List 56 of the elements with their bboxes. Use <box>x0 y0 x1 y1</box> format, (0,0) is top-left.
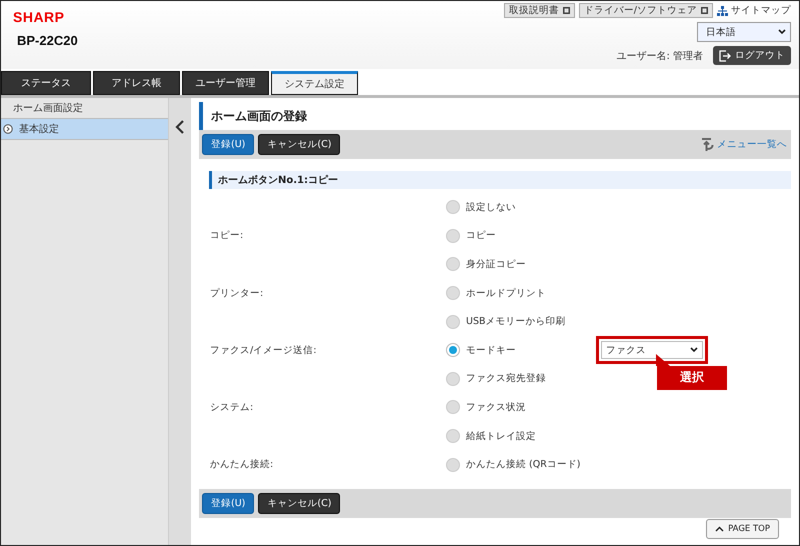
model-name: BP-22C20 <box>17 33 78 48</box>
sidebar-item[interactable]: 基本設定 <box>1 119 168 140</box>
option-label: モードキー <box>466 344 516 357</box>
radio-button[interactable] <box>446 314 460 329</box>
option-label: コピー <box>466 229 496 242</box>
chevron-circle-icon <box>3 124 13 134</box>
external-icon <box>701 7 708 14</box>
option-label: USBメモリーから印刷 <box>466 315 566 328</box>
option-label: 設定しない <box>466 200 516 214</box>
nav-tab[interactable]: アドレス帳 <box>93 71 180 95</box>
category-label: ファクス/イメージ送信: <box>210 344 316 357</box>
chevron-down-icon <box>690 347 698 354</box>
language-select[interactable]: 日本語 <box>697 22 791 42</box>
nav-tab[interactable]: ユーザー管理 <box>182 71 269 95</box>
menu-list-link[interactable]: メニュー一覧へ <box>717 138 787 151</box>
return-icon <box>701 138 715 152</box>
mode-select[interactable]: ファクス <box>601 341 703 360</box>
sitemap-icon <box>717 6 728 16</box>
cancel-button[interactable]: キャンセル(C) <box>258 492 340 514</box>
sitemap-link[interactable]: サイトマップ <box>731 4 791 17</box>
radio-button[interactable] <box>446 200 460 214</box>
nav-tab[interactable]: ステータス <box>1 71 91 95</box>
category-label: プリンター: <box>210 286 264 300</box>
register-button[interactable]: 登録(U) <box>202 492 254 514</box>
external-icon <box>562 7 570 14</box>
collapse-icon[interactable] <box>175 120 185 134</box>
chevron-up-icon <box>715 526 724 532</box>
option-label: ファクス宛先登録 <box>466 372 546 386</box>
section-heading: ホームボタンNo.1:コピー <box>209 171 791 189</box>
logout-icon <box>719 50 731 62</box>
cancel-button[interactable]: キャンセル(C) <box>258 134 340 155</box>
option-label: 身分証コピー <box>466 258 526 271</box>
option-label: 給紙トレイ設定 <box>466 430 536 443</box>
nav-tab[interactable]: システム設定 <box>271 71 358 95</box>
option-label: かんたん接続 (QRコード) <box>466 458 581 472</box>
radio-button[interactable] <box>446 400 460 414</box>
chevron-down-icon <box>778 29 786 35</box>
logout-button[interactable]: ログアウト <box>713 46 791 65</box>
brand-logo: SHARP <box>13 9 66 25</box>
radio-button[interactable] <box>446 429 460 444</box>
user-name: ユーザー名: 管理者 <box>616 50 703 62</box>
radio-button[interactable] <box>446 343 460 358</box>
option-label: ホールドプリント <box>466 286 546 300</box>
category-label: かんたん接続: <box>210 458 274 472</box>
radio-button[interactable] <box>446 458 460 472</box>
option-label: ファクス状況 <box>466 400 526 414</box>
radio-button[interactable] <box>446 286 460 300</box>
radio-button[interactable] <box>446 228 460 243</box>
header-link[interactable]: ドライバー/ソフトウェア <box>578 3 713 18</box>
page-top-button[interactable]: PAGE TOP <box>706 519 779 539</box>
radio-button[interactable] <box>446 257 460 272</box>
category-label: コピー: <box>210 229 244 242</box>
header-link[interactable]: 取扱説明書 <box>504 3 575 18</box>
register-button[interactable]: 登録(U) <box>202 134 254 155</box>
radio-button[interactable] <box>446 372 460 386</box>
category-label: システム: <box>210 400 254 414</box>
